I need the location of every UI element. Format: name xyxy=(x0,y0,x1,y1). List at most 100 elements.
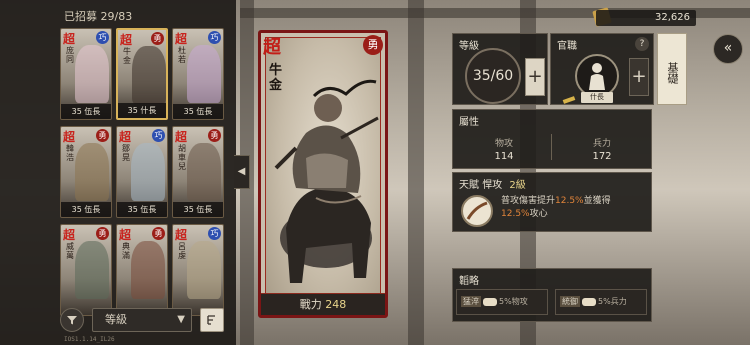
hero-card-rank: 35 伍長 xyxy=(61,202,111,217)
grade-label: 超 xyxy=(63,228,76,242)
hero-card-name: 韓浩 xyxy=(66,144,74,162)
hero-card-name: 杜若 xyxy=(178,46,186,64)
trait-badge: 巧 xyxy=(208,227,221,240)
talent-panel[interactable]: 天賦 悍攻 2級 普攻傷害提升12.5%並獲得 12.5%攻心 xyxy=(452,172,652,232)
grade-label: 超 xyxy=(263,37,281,58)
power-value: 248 xyxy=(325,298,347,311)
tactic-pct: 5% xyxy=(598,297,611,306)
sort-value: 等級 xyxy=(105,313,127,326)
hero-card-name: 呂虔 xyxy=(178,242,186,260)
filter-button[interactable] xyxy=(60,308,84,332)
talent-desc-part: 普攻傷害提升 xyxy=(501,196,556,206)
hero-card-rank: 35 伍長 xyxy=(173,202,223,217)
stat-divider xyxy=(551,134,552,160)
grade-label: 超 xyxy=(63,32,76,46)
tactics-title: 韜略 xyxy=(459,276,479,287)
hero-card[interactable]: 超典滿 勇 xyxy=(116,224,168,316)
tactic-token-icon xyxy=(582,297,596,306)
grade-label: 超 xyxy=(119,130,132,144)
help-button[interactable]: ? xyxy=(635,37,649,51)
talent-pct: 12.5% xyxy=(501,209,530,219)
sort-dropdown[interactable]: 等級 ▼ xyxy=(92,308,192,332)
hero-card-rank: 35 伍長 xyxy=(61,104,111,119)
hero-card-rank: 35 什長 xyxy=(118,103,166,118)
trait-badge: 勇 xyxy=(363,35,383,55)
level-up-button[interactable]: + xyxy=(525,58,545,96)
grade-label: 超 xyxy=(119,228,132,242)
office-title: 官職 xyxy=(557,41,577,52)
collapse-panel-button[interactable]: ◀ xyxy=(234,155,250,189)
sort-order-icon xyxy=(207,315,215,325)
talent-pct: 12.5% xyxy=(555,196,584,206)
grade-label: 超 xyxy=(120,33,133,47)
hero-card[interactable]: 超鄒晃 巧 35 伍長 xyxy=(116,126,168,218)
hero-card-name: 典滿 xyxy=(122,242,130,260)
tactic-stat: 兵力 xyxy=(610,297,627,306)
trait-badge: 巧 xyxy=(208,31,221,44)
trait-badge: 勇 xyxy=(96,129,109,142)
grade-label: 超 xyxy=(175,228,188,242)
level-title: 等級 xyxy=(459,41,479,52)
level-value: 35/60 xyxy=(465,48,521,104)
tactic-slot-1[interactable]: 猛淬 5%物攻 xyxy=(456,289,548,315)
hero-thumbnail xyxy=(75,143,109,201)
tactic-pct: 5% xyxy=(499,297,512,306)
trait-badge: 巧 xyxy=(96,31,109,44)
power-bar: 戰力 248 xyxy=(261,293,385,315)
hero-thumbnail xyxy=(131,143,165,201)
hero-thumbnail xyxy=(75,241,109,299)
trait-badge: 巧 xyxy=(152,129,165,142)
tactic-stat: 物攻 xyxy=(511,297,528,306)
hero-card[interactable]: 超杜若 巧 35 伍長 xyxy=(172,28,224,120)
hero-card[interactable]: 超牛金 勇 35 什長 xyxy=(116,28,168,120)
recruit-counter: 已招募 29/83 xyxy=(64,8,132,24)
level-panel: 等級 35/60 + xyxy=(452,33,548,105)
hero-card[interactable]: 超胡車兒 勇 35 伍長 xyxy=(172,126,224,218)
hero-card-name: 胡車兒 xyxy=(178,144,186,171)
sort-order-button[interactable] xyxy=(200,308,224,332)
stat-value: 114 xyxy=(494,151,514,162)
trait-badge: 勇 xyxy=(208,129,221,142)
hero-name: 牛金 xyxy=(269,63,283,93)
talent-label: 天賦 xyxy=(459,180,479,191)
filter-row: 等級 ▼ xyxy=(60,308,230,332)
hero-card[interactable]: 超威萬 勇 xyxy=(60,224,112,316)
trait-badge: 勇 xyxy=(96,227,109,240)
recruit-count: 29/83 xyxy=(100,10,133,23)
pillar-mid xyxy=(408,0,424,345)
talent-level: 2級 xyxy=(509,180,526,191)
hero-card[interactable]: 超呂虔 巧 xyxy=(172,224,224,316)
cavalry-general-illustration xyxy=(274,79,379,283)
hero-thumbnail xyxy=(132,46,166,104)
talent-desc-part: 攻心 xyxy=(529,209,548,219)
grade-label: 超 xyxy=(175,130,188,144)
funnel-icon xyxy=(67,316,77,325)
hero-card[interactable]: 超庞同 巧 35 伍長 xyxy=(60,28,112,120)
trait-badge: 勇 xyxy=(152,227,165,240)
rank-tag-icon xyxy=(562,96,576,104)
talent-header: 天賦 悍攻 2級 xyxy=(459,176,526,191)
hero-card-rank: 35 伍長 xyxy=(117,202,167,217)
attributes-title: 屬性 xyxy=(459,117,479,128)
hero-card[interactable]: 超韓浩 勇 35 伍長 xyxy=(60,126,112,218)
stat-label: 物攻 xyxy=(494,139,513,149)
tactic-slot-2[interactable]: 統御 5%兵力 xyxy=(555,289,647,315)
hero-thumbnail xyxy=(187,143,221,201)
stat-label: 兵力 xyxy=(592,139,611,149)
attributes-panel: 屬性 物攻 114 兵力 172 xyxy=(452,109,652,169)
hero-card-name: 庞同 xyxy=(66,46,74,64)
promote-button[interactable]: + xyxy=(629,58,649,96)
hero-card-name: 牛金 xyxy=(123,47,131,65)
tactics-panel: 韜略 猛淬 5%物攻 統御 5%兵力 xyxy=(452,268,652,322)
chevron-left-icon: ◀ xyxy=(237,166,246,177)
hero-card-rank: 35 伍長 xyxy=(173,104,223,119)
resource-counter: 32,626 xyxy=(596,10,696,26)
roster-panel: 已招募 29/83 超庞同巧 35 伍長超牛金勇 35 什長超杜若巧 35 伍長超韓浩… xyxy=(0,0,236,345)
tactic-token-icon xyxy=(483,297,497,306)
office-panel: 官職 ? 什長 + xyxy=(550,33,654,105)
official-rank-label: 什長 xyxy=(581,92,613,103)
back-button[interactable]: « xyxy=(713,34,743,64)
hero-thumbnail xyxy=(187,241,221,299)
build-version: IOS1.1.14_IL26 xyxy=(64,336,115,343)
foundation-button[interactable]: 基礎 xyxy=(657,33,687,105)
